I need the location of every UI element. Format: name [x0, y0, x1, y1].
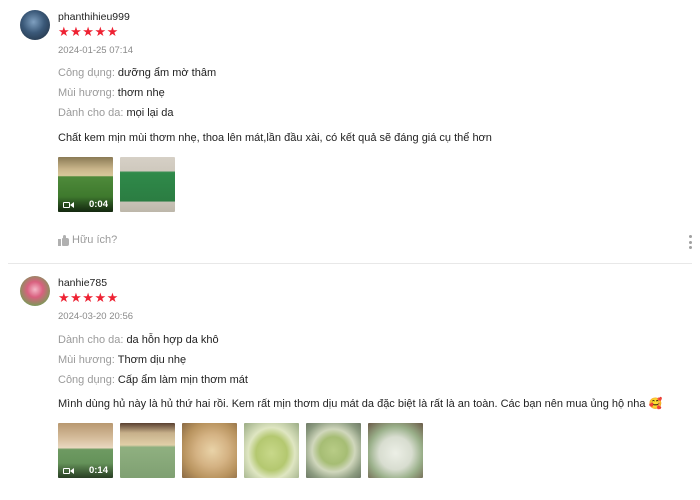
reviewer-username[interactable]: phanthihieu999: [58, 11, 130, 23]
more-options-icon[interactable]: [689, 235, 693, 249]
rating-stars: ★★★★★: [58, 24, 119, 39]
attribute-label: Dành cho da:: [58, 334, 124, 346]
attribute-label: Mùi hương:: [58, 87, 115, 99]
video-overlay: 0:04: [58, 197, 113, 212]
attribute-label: Mùi hương:: [58, 354, 115, 366]
review-image-thumbnail[interactable]: [182, 423, 237, 478]
review-media-list: 0:04: [58, 157, 175, 212]
review-attribute-usage: Công dụng: dưỡng ẩm mờ thâm: [58, 66, 216, 80]
review-comment: Mình dùng hủ này là hủ thứ hai rồi. Kem …: [58, 398, 663, 410]
review-image-thumbnail[interactable]: [306, 423, 361, 478]
review-image-thumbnail[interactable]: [368, 423, 423, 478]
review-card: hanhie785 ★★★★★ 2024-03-20 20:56 Dành ch…: [0, 266, 700, 500]
review-comment: Chất kem mịn mùi thơm nhẹ, thoa lên mát,…: [58, 132, 492, 144]
attribute-value: dưỡng ẩm mờ thâm: [117, 67, 217, 79]
review-video-thumbnail[interactable]: 0:04: [58, 157, 113, 212]
attribute-label: Công dụng:: [58, 67, 115, 79]
rating-stars: ★★★★★: [58, 290, 119, 305]
attribute-label: Công dụng:: [58, 374, 115, 386]
video-overlay: 0:14: [58, 463, 113, 478]
video-duration: 0:14: [88, 465, 108, 476]
attribute-value: Cấp ẩm làm mịn thơm mát: [117, 374, 248, 386]
review-timestamp: 2024-01-25 07:14: [58, 45, 134, 56]
review-attribute-skin-type: Dành cho da: da hỗn hợp da khô: [58, 333, 219, 347]
review-attribute-skin-type: Dành cho da: mọi lại da: [58, 106, 174, 120]
video-camera-icon: [63, 201, 74, 209]
review-attribute-scent: Mùi hương: Thơm dịu nhẹ: [58, 353, 186, 367]
review-attribute-usage: Công dụng: Cấp ẩm làm mịn thơm mát: [58, 373, 248, 387]
helpful-label: Hữu ích?: [72, 234, 118, 246]
review-media-list: 0:14: [58, 423, 423, 478]
video-camera-icon: [63, 467, 74, 475]
attribute-label: Dành cho da:: [58, 107, 124, 119]
review-attribute-scent: Mùi hương: thơm nhẹ: [58, 86, 165, 100]
review-card: phanthihieu999 ★★★★★ 2024-01-25 07:14 Cô…: [0, 0, 700, 262]
attribute-value: da hỗn hợp da khô: [126, 334, 219, 346]
review-image-thumbnail[interactable]: [120, 157, 175, 212]
attribute-value: Thơm dịu nhẹ: [117, 354, 187, 366]
review-timestamp: 2024-03-20 20:56: [58, 311, 134, 322]
helpful-button[interactable]: Hữu ích?: [58, 234, 117, 246]
reviewer-username[interactable]: hanhie785: [58, 277, 107, 289]
review-video-thumbnail[interactable]: 0:14: [58, 423, 113, 478]
thumbs-up-icon: [58, 234, 69, 246]
attribute-value: mọi lại da: [126, 107, 174, 119]
avatar[interactable]: [20, 10, 50, 40]
review-image-thumbnail[interactable]: [120, 423, 175, 478]
attribute-value: thơm nhẹ: [117, 87, 165, 99]
review-image-thumbnail[interactable]: [244, 423, 299, 478]
video-duration: 0:04: [88, 199, 108, 210]
review-divider: [8, 263, 692, 264]
avatar[interactable]: [20, 276, 50, 306]
